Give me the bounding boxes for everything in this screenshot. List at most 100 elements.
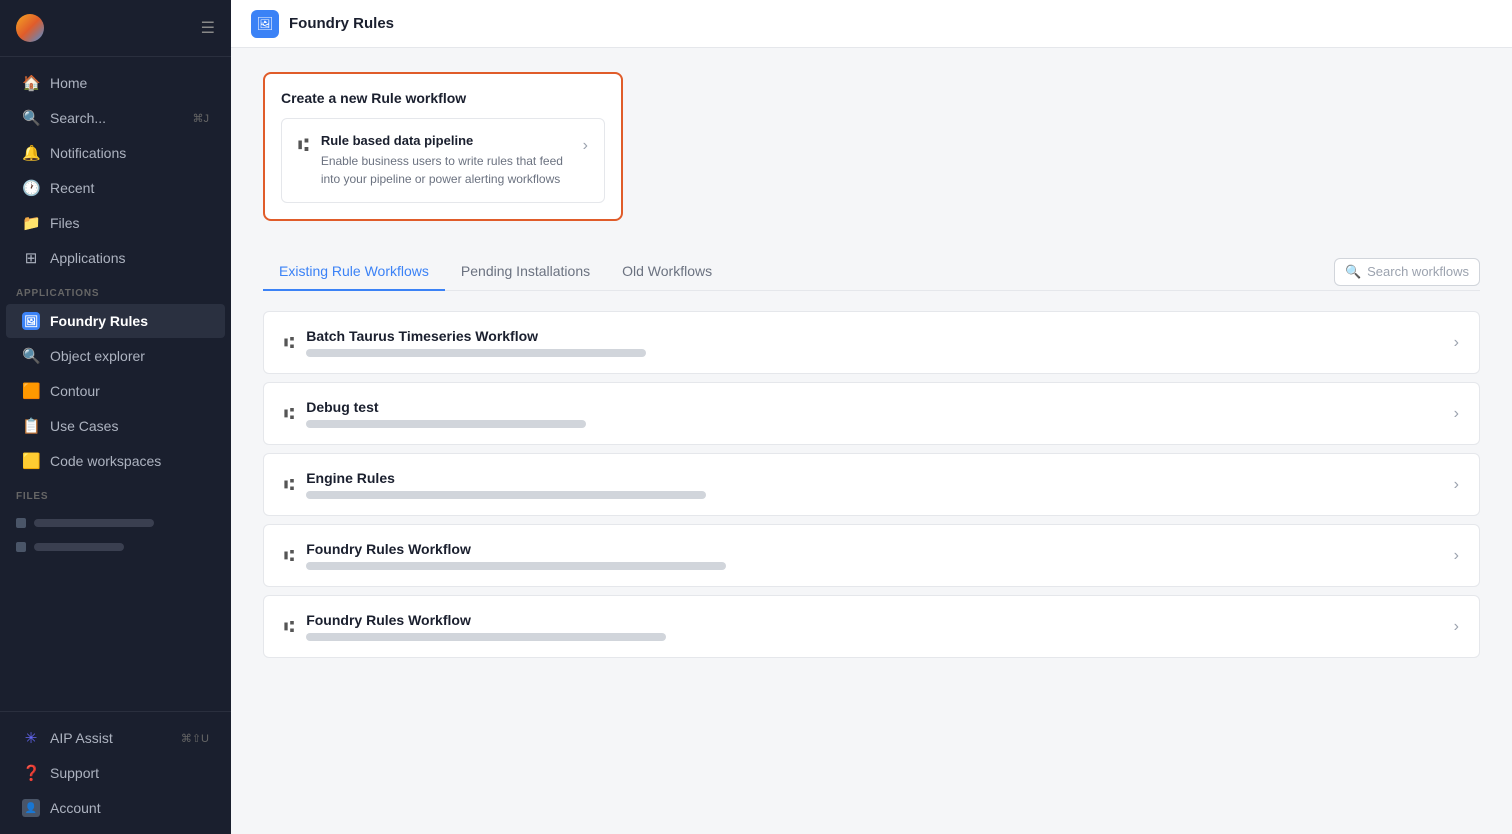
sidebar-item-applications[interactable]: ⊞ Applications (6, 241, 225, 275)
workflow-name: Foundry Rules Workflow (306, 541, 1441, 557)
workflow-desc-bar (306, 420, 586, 428)
sidebar-item-code-workspaces[interactable]: 🟨 Code workspaces (6, 444, 225, 478)
sidebar-item-foundry-rules[interactable]: 🖼 Foundry Rules (6, 304, 225, 338)
sidebar-item-label: Object explorer (50, 348, 145, 364)
workflow-item[interactable]: ⑆ Foundry Rules Workflow › (263, 524, 1480, 587)
files-section (0, 506, 231, 564)
home-icon: 🏠 (22, 74, 40, 92)
workflow-list: ⑆ Batch Taurus Timeseries Workflow › ⑆ D… (263, 311, 1480, 666)
pipeline-text: Rule based data pipeline Enable business… (321, 133, 571, 188)
pipeline-option[interactable]: ⑆ Rule based data pipeline Enable busine… (281, 118, 605, 203)
code-workspaces-icon: 🟨 (22, 452, 40, 470)
branch-icon: ⑆ (284, 404, 294, 424)
files-item-1[interactable] (16, 514, 215, 532)
branch-icon: ⑆ (284, 546, 294, 566)
sidebar-item-support[interactable]: ❓ Support (6, 756, 225, 790)
workflow-info: Foundry Rules Workflow (306, 541, 1441, 570)
sidebar-item-search[interactable]: 🔍 Search... ⌘J (6, 101, 225, 135)
workflow-item[interactable]: ⑆ Debug test › (263, 382, 1480, 445)
tab-existing-rule-workflows[interactable]: Existing Rule Workflows (263, 253, 445, 291)
sidebar-item-use-cases[interactable]: 📋 Use Cases (6, 409, 225, 443)
sidebar-item-account[interactable]: 👤 Account (6, 791, 225, 825)
pipeline-desc: Enable business users to write rules tha… (321, 152, 571, 188)
sidebar-item-label: Home (50, 75, 87, 91)
sidebar-item-files[interactable]: 📁 Files (6, 206, 225, 240)
applications-icon: ⊞ (22, 249, 40, 267)
sidebar-item-label: Applications (50, 250, 126, 266)
workflow-name: Foundry Rules Workflow (306, 612, 1441, 628)
chevron-right-icon: › (1454, 334, 1459, 352)
tab-pending-installations[interactable]: Pending Installations (445, 253, 606, 291)
workflow-info: Engine Rules (306, 470, 1441, 499)
chevron-right-icon: › (1454, 405, 1459, 423)
chevron-right-icon: › (1454, 547, 1459, 565)
file-icon-1 (16, 518, 26, 528)
pipeline-icon: ⑆ (298, 135, 309, 156)
sidebar-item-label: AIP Assist (50, 730, 113, 746)
sidebar-item-notifications[interactable]: 🔔 Notifications (6, 136, 225, 170)
sidebar-item-shortcut: ⌘J (193, 112, 210, 125)
page-title: Foundry Rules (289, 15, 394, 32)
use-cases-icon: 📋 (22, 417, 40, 435)
workflow-desc-bar (306, 633, 666, 641)
search-placeholder: Search workflows (1367, 264, 1469, 279)
topbar-icon: 🖼 (251, 10, 279, 38)
sidebar-nav: 🏠 Home 🔍 Search... ⌘J 🔔 Notifications 🕐 … (0, 57, 231, 711)
branch-icon: ⑆ (284, 333, 294, 353)
sidebar-item-label: Foundry Rules (50, 313, 148, 329)
workflow-info: Foundry Rules Workflow (306, 612, 1441, 641)
sidebar-item-home[interactable]: 🏠 Home (6, 66, 225, 100)
sidebar-item-label: Account (50, 800, 101, 816)
workflow-info: Debug test (306, 399, 1441, 428)
section-applications-label: APPLICATIONS (0, 276, 231, 303)
workflow-name: Engine Rules (306, 470, 1441, 486)
workflow-desc-bar (306, 349, 646, 357)
sidebar-item-label: Files (50, 215, 80, 231)
file-icon-2 (16, 542, 26, 552)
workflow-desc-bar (306, 491, 706, 499)
sidebar-item-aip-assist[interactable]: ✳ AIP Assist ⌘⇧U (6, 721, 225, 755)
sidebar-item-label: Notifications (50, 145, 126, 161)
workflow-item[interactable]: ⑆ Engine Rules › (263, 453, 1480, 516)
sidebar-item-label: Recent (50, 180, 94, 196)
branch-icon: ⑆ (284, 617, 294, 637)
content-area: Create a new Rule workflow ⑆ Rule based … (231, 48, 1512, 834)
file-bar-2 (34, 543, 124, 551)
object-explorer-icon: 🔍 (22, 347, 40, 365)
sidebar-item-recent[interactable]: 🕐 Recent (6, 171, 225, 205)
sidebar-header: ☰ (0, 0, 231, 57)
chevron-right-icon: › (1454, 618, 1459, 636)
main-content: 🖼 Foundry Rules Create a new Rule workfl… (231, 0, 1512, 834)
sidebar-item-label: Support (50, 765, 99, 781)
create-workflow-title: Create a new Rule workflow (281, 90, 605, 106)
account-icon: 👤 (22, 799, 40, 817)
tab-old-workflows[interactable]: Old Workflows (606, 253, 728, 291)
sidebar-item-label: Code workspaces (50, 453, 161, 469)
workflow-name: Debug test (306, 399, 1441, 415)
workflow-item[interactable]: ⑆ Foundry Rules Workflow › (263, 595, 1480, 658)
sidebar-shortcut: ⌘⇧U (181, 732, 209, 745)
sidebar-bottom: ✳ AIP Assist ⌘⇧U ❓ Support 👤 Account (0, 711, 231, 834)
sidebar-toggle-icon[interactable]: ☰ (201, 18, 215, 38)
pipeline-name: Rule based data pipeline (321, 133, 571, 148)
sidebar-item-label: Search... (50, 110, 106, 126)
aip-assist-icon: ✳ (22, 729, 40, 747)
search-container: 🔍 Search workflows (1334, 258, 1480, 286)
section-files-label: FILES (0, 479, 231, 506)
notifications-icon: 🔔 (22, 144, 40, 162)
workflow-desc-bar (306, 562, 726, 570)
chevron-right-icon: › (1454, 476, 1459, 494)
foundry-rules-icon: 🖼 (22, 312, 40, 330)
search-box[interactable]: 🔍 Search workflows (1334, 258, 1480, 286)
search-icon: 🔍 (1345, 264, 1361, 280)
files-item-2[interactable] (16, 538, 215, 556)
branch-icon: ⑆ (284, 475, 294, 495)
search-icon: 🔍 (22, 109, 40, 127)
workflow-name: Batch Taurus Timeseries Workflow (306, 328, 1441, 344)
sidebar-item-contour[interactable]: 🟧 Contour (6, 374, 225, 408)
workflow-info: Batch Taurus Timeseries Workflow (306, 328, 1441, 357)
workflow-item[interactable]: ⑆ Batch Taurus Timeseries Workflow › (263, 311, 1480, 374)
pipeline-chevron-icon: › (583, 137, 588, 155)
sidebar-item-object-explorer[interactable]: 🔍 Object explorer (6, 339, 225, 373)
logo (16, 14, 44, 42)
